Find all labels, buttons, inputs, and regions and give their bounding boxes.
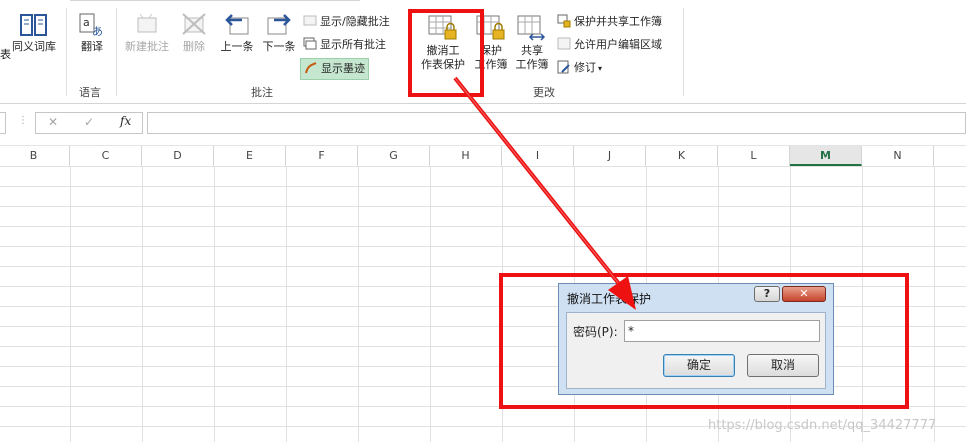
previous-label: 上一条 [220,40,254,53]
delete-label: 删除 [183,40,205,53]
column-header-m[interactable]: M [790,146,862,166]
allow-edit-ranges-label: 允许用户编辑区域 [574,38,662,51]
show-hide-comment-button[interactable]: 显示/隐藏批注 [303,14,390,30]
column-header-e[interactable]: E [214,146,286,166]
share-workbook-label-2: 工作簿 [515,58,549,71]
watermark: https://blog.csdn.net/qq_34427777 [708,418,937,433]
track-changes-button[interactable]: 修订 ▾ [557,60,602,77]
svg-text:あ: あ [92,25,103,38]
column-header-i[interactable]: I [502,146,574,166]
column-header-c[interactable]: C [70,146,142,166]
show-all-comments-button[interactable]: 显示所有批注 [303,37,386,53]
show-ink-button[interactable]: 显示墨迹 [300,58,369,80]
highlight-box-unprotect-button [408,9,484,97]
column-header-j[interactable]: J [574,146,646,166]
chevron-down-icon: ▾ [598,64,603,73]
unprotect-sheet-dialog: 撤消工作表保护 ? ✕ 密码(P): * 确定 取消 [558,283,834,395]
show-ink-label: 显示墨迹 [321,62,365,75]
column-header-b[interactable]: B [0,146,70,166]
group-label-comments: 批注 [251,86,273,99]
group-separator [66,8,67,96]
column-headers: BCDEFGHIJKLMN [0,145,966,167]
allow-edit-ranges-button[interactable]: 允许用户编辑区域 [557,37,662,53]
track-changes-icon [557,60,570,74]
new-comment-icon [137,13,157,33]
svg-text:a: a [83,16,90,29]
protect-share-label: 保护并共享工作簿 [574,15,662,28]
dialog-help-button[interactable]: ? [754,286,780,302]
comments-icon [303,37,317,50]
previous-comment-button[interactable]: 上一条 [217,12,257,54]
password-label: 密码(P): [573,325,618,339]
password-input[interactable]: * [624,320,820,342]
group-separator [683,8,684,96]
dialog-close-button[interactable]: ✕ [782,286,826,302]
dialog-body: 密码(P): * 确定 取消 [566,312,826,389]
group-label-language: 语言 [79,86,101,99]
column-header-l[interactable]: L [718,146,790,166]
translate-label: 翻译 [81,40,103,53]
ink-icon [305,62,317,74]
previous-arrow-icon [225,14,249,35]
formula-input[interactable] [147,112,966,134]
cancel-formula-button[interactable]: ✕ [48,115,58,129]
share-workbook-icon [517,15,546,41]
column-header-g[interactable]: G [358,146,430,166]
next-arrow-icon [267,14,291,35]
column-header-d[interactable]: D [142,146,214,166]
column-header-n[interactable]: N [862,146,934,166]
group-separator [116,8,117,96]
show-all-comments-label: 显示所有批注 [320,38,386,51]
column-header-h[interactable]: H [430,146,502,166]
book-icon [20,14,47,36]
translate-button[interactable]: aあ 翻译 [72,12,112,54]
translate-icon: aあ [79,13,103,38]
share-workbook-button[interactable]: 共享 工作簿 [513,14,551,72]
insert-function-button[interactable]: fx [120,114,131,128]
new-comment-label: 新建批注 [125,40,169,53]
column-header-k[interactable]: K [646,146,718,166]
edit-ranges-icon [557,37,571,50]
thesaurus-button[interactable]: 同义词库 [8,12,60,54]
delete-comment-button[interactable]: 删除 [176,12,212,54]
ok-button[interactable]: 确定 [663,354,735,377]
tab-underline [70,0,360,1]
protect-share-icon [557,14,571,28]
enter-formula-button[interactable]: ✓ [84,115,94,129]
dialog-title: 撤消工作表保护 [567,292,652,306]
name-box[interactable] [0,112,6,134]
formula-bar-dots: ⋮ [18,115,28,126]
group-label-changes: 更改 [533,86,555,99]
delete-icon [182,13,206,35]
next-comment-button[interactable]: 下一条 [259,12,299,54]
next-label: 下一条 [262,40,296,53]
new-comment-button[interactable]: 新建批注 [120,12,174,54]
protect-share-workbook-button[interactable]: 保护并共享工作簿 [557,14,662,30]
track-changes-label: 修订 [574,61,596,74]
comment-icon [303,15,317,26]
cancel-button[interactable]: 取消 [747,354,819,377]
formula-buttons-box: ✕ ✓ fx [35,112,143,134]
formula-bar: ⋮ ✕ ✓ fx [0,110,966,138]
share-workbook-label-1: 共享 [521,44,543,57]
column-header-f[interactable]: F [286,146,358,166]
thesaurus-label: 同义词库 [12,40,56,53]
show-hide-comment-label: 显示/隐藏批注 [320,15,390,28]
